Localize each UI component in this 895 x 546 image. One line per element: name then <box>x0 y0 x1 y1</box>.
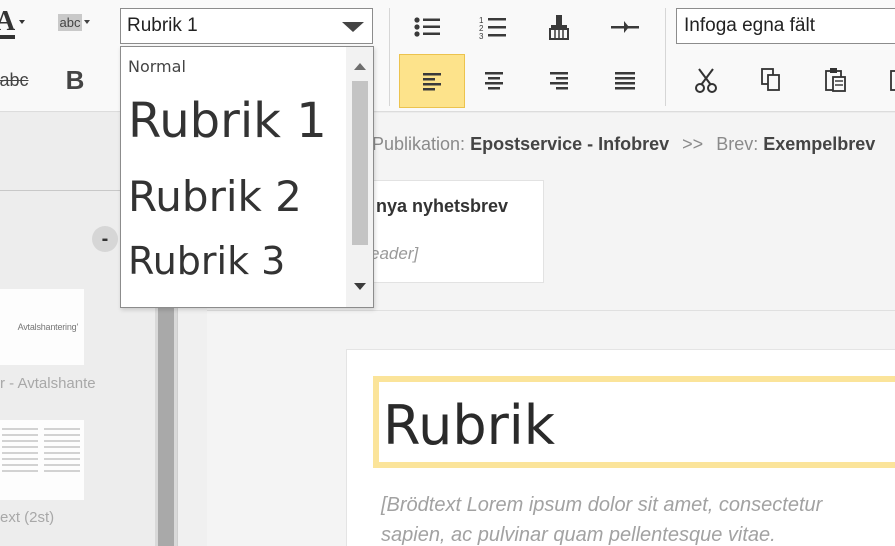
template-label[interactable]: r - Avtalshante <box>0 375 96 392</box>
body-text[interactable]: [Brödtext Lorem ipsum dolor sit amet, co… <box>381 490 895 546</box>
paste-text-button[interactable] <box>872 55 895 105</box>
template-label[interactable]: ext (2st) <box>0 509 54 526</box>
font-color-button[interactable]: A <box>0 4 34 44</box>
collapse-button[interactable]: - <box>92 226 118 252</box>
toolbar-divider <box>389 8 390 106</box>
breadcrumb: Publikation: Epostservice - Infobrev >> … <box>372 134 875 155</box>
highlight-label: abc <box>57 13 83 31</box>
copy-icon <box>761 68 780 91</box>
align-center-icon <box>485 72 503 90</box>
heading-text[interactable]: Rubrik <box>383 394 555 457</box>
field-select[interactable]: Infoga egna fält <box>676 8 895 44</box>
body-line: [Brödtext Lorem ipsum dolor sit amet, co… <box>381 494 823 516</box>
paste-button[interactable] <box>805 55 867 105</box>
strikethrough-button[interactable]: abc <box>0 56 38 104</box>
paste-text-icon <box>890 70 895 91</box>
cut-icon <box>695 68 717 93</box>
thumbnail-column <box>2 428 38 492</box>
style-select[interactable]: Rubrik 1 <box>120 8 373 44</box>
bullet-list-button[interactable] <box>396 2 458 52</box>
numbered-list-button[interactable]: 1 2 3 <box>462 2 524 52</box>
scroll-down-icon[interactable] <box>354 283 366 290</box>
bullet-list-icon <box>414 17 440 37</box>
field-select-value: Infoga egna fält <box>684 15 815 36</box>
dropdown-option-rubrik-3[interactable]: Rubrik 3 <box>128 239 285 283</box>
dropdown-option-rubrik-2[interactable]: Rubrik 2 <box>128 172 302 221</box>
justify-icon <box>615 72 635 90</box>
template-thumbnail-text: Avtalshantering' <box>17 322 79 332</box>
editor-window: A abc abc B Rubrik 1 1 2 3 Infoga egna f… <box>0 0 895 546</box>
sidebar-divider <box>0 190 122 191</box>
style-select-value: Rubrik 1 <box>127 15 198 36</box>
divider <box>207 310 895 311</box>
copy-button[interactable] <box>740 55 802 105</box>
dropdown-option-rubrik-1[interactable]: Rubrik 1 <box>128 93 327 149</box>
collapse-label: - <box>101 227 109 250</box>
body-line: sapien, ac pulvinar quam pellentesque vi… <box>381 524 776 546</box>
scrollbar-thumb[interactable] <box>352 81 368 245</box>
breadcrumb-pub-value[interactable]: Epostservice - Infobrev <box>470 134 669 154</box>
style-dropdown: Normal Rubrik 1 Rubrik 2 Rubrik 3 <box>120 46 374 308</box>
align-center-button[interactable] <box>463 55 525 105</box>
align-right-icon <box>550 72 568 90</box>
template-thumbnail[interactable]: Avtalshantering' <box>0 289 84 365</box>
format-painter-icon <box>549 15 569 40</box>
preview-subtitle: eader] <box>370 244 419 263</box>
dropdown-scrollbar[interactable] <box>346 47 373 307</box>
breadcrumb-separator: >> <box>682 134 704 154</box>
align-left-button[interactable] <box>399 54 465 108</box>
preview-title: nya nyhetsbrev <box>376 196 509 216</box>
scroll-up-icon[interactable] <box>354 63 366 70</box>
align-left-icon <box>423 73 441 91</box>
dropdown-option-normal[interactable]: Normal <box>128 57 186 76</box>
numbered-list-icon: 1 2 3 <box>479 16 506 39</box>
horizontal-rule-icon <box>611 21 639 33</box>
chevron-down-icon <box>342 22 364 32</box>
svg-text:A: A <box>0 6 16 37</box>
heading-block[interactable]: Rubrik <box>373 376 895 468</box>
paste-icon <box>825 68 846 92</box>
chevron-down-icon <box>84 20 91 24</box>
breadcrumb-pub-label: Publikation: <box>372 134 466 154</box>
breadcrumb-letter-label: Brev: <box>716 134 759 154</box>
align-right-button[interactable] <box>528 55 590 105</box>
strikethrough-label: abc <box>0 69 29 90</box>
svg-text:3: 3 <box>479 32 484 39</box>
breadcrumb-letter-value[interactable]: Exempelbrev <box>763 134 875 154</box>
horizontal-rule-button[interactable] <box>594 2 656 52</box>
template-thumbnail[interactable] <box>0 420 84 500</box>
justify-button[interactable] <box>594 55 656 105</box>
highlight-button[interactable]: abc <box>52 4 98 40</box>
bold-button[interactable]: B <box>50 56 100 104</box>
format-painter-button[interactable] <box>528 2 590 52</box>
cut-button[interactable] <box>675 55 737 105</box>
thumbnail-column <box>44 428 80 492</box>
bold-label: B <box>65 64 85 95</box>
font-color-icon: A <box>0 6 25 39</box>
toolbar-divider <box>665 8 666 106</box>
